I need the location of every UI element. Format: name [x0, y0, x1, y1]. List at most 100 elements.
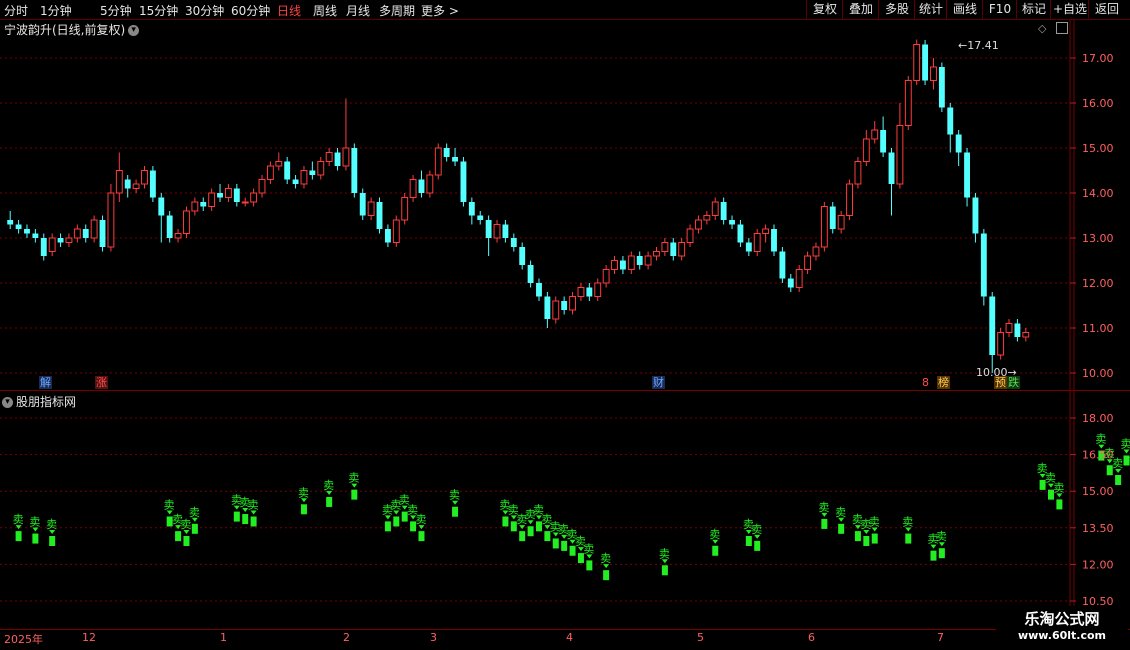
candle-body	[812, 246, 820, 257]
tab-1min[interactable]: 1分钟	[40, 2, 72, 19]
candle-body	[502, 224, 509, 238]
candle-body	[359, 193, 366, 216]
candle-body	[224, 188, 232, 198]
sell-arrow-icon	[250, 510, 257, 515]
signal-bar	[745, 536, 752, 546]
event-marker-limit-down[interactable]: 跌	[1007, 376, 1020, 389]
sell-signal-label: 卖	[390, 498, 401, 511]
event-marker-ranking[interactable]: 榜	[937, 376, 950, 389]
candle-body	[317, 161, 325, 176]
candle-body	[627, 255, 635, 270]
y-tick-label: 14.00	[1082, 187, 1114, 200]
candle-body	[779, 251, 786, 279]
candle-body	[703, 215, 711, 221]
sell-signal-label: 卖	[860, 518, 871, 531]
candle-body	[670, 242, 677, 256]
sell-signal-label: 卖	[541, 513, 552, 526]
draw-button[interactable]: 画线	[946, 0, 983, 19]
sell-signal-label: 卖	[164, 498, 175, 511]
y-tick-label: 16.00	[1082, 97, 1114, 110]
candle-body	[15, 224, 22, 229]
candle-body	[1005, 323, 1013, 333]
signal-bar	[905, 533, 912, 544]
tab-multi-period[interactable]: 多周期	[379, 2, 415, 19]
candle-body	[896, 125, 904, 185]
sell-signal-label: 卖	[1095, 433, 1106, 446]
sell-signal-label: 卖	[852, 513, 863, 526]
candle-body	[485, 220, 492, 238]
panel-toggle-icon[interactable]	[1056, 22, 1068, 34]
sell-arrow-icon	[938, 542, 945, 547]
signal-bar	[577, 553, 584, 564]
sell-arrow-icon	[1056, 493, 1063, 498]
candle-body	[544, 296, 551, 319]
sell-arrow-icon	[191, 517, 198, 522]
stats-button[interactable]: 统计	[914, 0, 947, 19]
signal-bar	[712, 545, 719, 556]
month-label: 5	[697, 631, 704, 644]
tab-30min[interactable]: 30分钟	[185, 2, 224, 19]
tab-15min[interactable]: 15分钟	[139, 2, 178, 19]
candle-body	[602, 269, 610, 284]
signal-bar	[49, 536, 56, 546]
candle-body	[90, 219, 98, 239]
sell-signal-label: 卖	[29, 516, 40, 529]
y-tick-label: 15.00	[1082, 485, 1114, 498]
event-marker-number[interactable]: 8	[921, 376, 930, 389]
sell-signal-label: 卖	[533, 503, 544, 516]
candle-body	[40, 238, 47, 256]
sell-signal-label: 卖	[499, 498, 510, 511]
candle-body	[519, 247, 526, 265]
tab-5min[interactable]: 5分钟	[100, 2, 132, 19]
signal-bar	[351, 489, 358, 500]
event-marker-limit-up[interactable]: 涨	[95, 376, 108, 389]
tab-daily[interactable]: 日线	[277, 2, 301, 19]
candle-body	[737, 224, 744, 243]
back-button[interactable]: 返回	[1088, 0, 1125, 19]
event-marker-financial[interactable]: 财	[652, 376, 665, 389]
overlay-button[interactable]: 叠加	[842, 0, 879, 19]
sell-arrow-icon	[527, 520, 534, 525]
sell-arrow-icon	[577, 547, 584, 552]
tab-60min[interactable]: 60分钟	[231, 2, 270, 19]
candle-body	[233, 188, 240, 202]
tab-weekly[interactable]: 周线	[313, 2, 337, 19]
signal-bar	[393, 516, 400, 527]
candle-body	[418, 179, 425, 193]
candle-body	[32, 233, 39, 238]
mark-button[interactable]: 标记	[1016, 0, 1051, 19]
tab-monthly[interactable]: 月线	[346, 2, 370, 19]
chevron-down-icon[interactable]: ▾	[128, 25, 140, 36]
signal-bar	[661, 565, 668, 576]
candle-body	[980, 233, 987, 297]
event-marker-forecast[interactable]: 预	[994, 376, 1007, 389]
candle-body	[619, 260, 626, 270]
candle-body	[342, 147, 350, 167]
f10-button[interactable]: F10	[982, 0, 1017, 19]
diamond-icon[interactable]: ◇	[1038, 22, 1046, 35]
candle-body	[284, 161, 291, 180]
tab-intraday[interactable]: 分时	[4, 2, 28, 19]
candle-body	[107, 192, 115, 248]
event-marker-unlock[interactable]: 解	[39, 376, 52, 389]
adjust-button[interactable]: 复权	[806, 0, 843, 19]
candle-body	[997, 332, 1005, 356]
candle-body	[561, 301, 568, 310]
y-tick-label: 17.00	[1082, 52, 1114, 65]
candle-body	[695, 219, 702, 230]
chevron-down-icon[interactable]: ▾	[2, 397, 13, 408]
sell-signal-label: 卖	[659, 547, 670, 560]
panel-divider[interactable]	[0, 390, 1130, 391]
candle-body	[325, 152, 333, 162]
sell-arrow-icon	[569, 539, 576, 544]
signal-bar	[1115, 475, 1122, 485]
tab-more[interactable]: 更多 >	[421, 2, 459, 19]
add-watchlist-button[interactable]: +自选	[1050, 0, 1089, 19]
sell-signal-label: 卖	[1037, 462, 1048, 475]
sell-arrow-icon	[351, 483, 358, 488]
candle-body	[653, 251, 660, 257]
month-label: 2	[343, 631, 350, 644]
signal-bar	[561, 540, 568, 551]
sell-arrow-icon	[300, 498, 307, 503]
multi-stock-button[interactable]: 多股	[878, 0, 915, 19]
